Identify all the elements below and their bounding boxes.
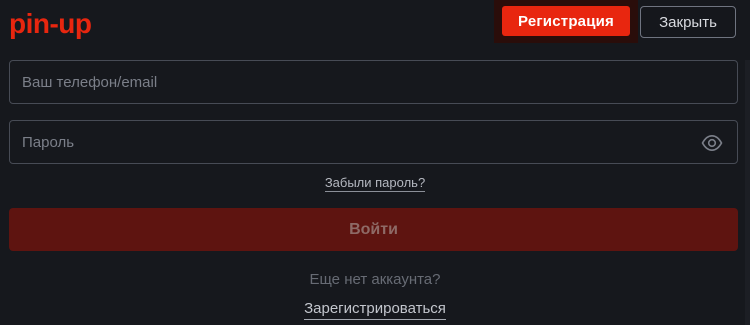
no-account-text: Еще нет аккаунта?	[309, 271, 441, 288]
login-button[interactable]: Войти	[9, 208, 738, 251]
close-button[interactable]: Закрыть	[640, 6, 736, 38]
register-link-row: Зарегистрироваться	[0, 300, 750, 320]
password-field-wrapper	[9, 120, 738, 164]
password-input[interactable]	[10, 121, 737, 163]
eye-icon[interactable]	[701, 134, 723, 152]
phone-email-input[interactable]	[10, 61, 737, 103]
forgot-password-row: Забыли пароль?	[0, 175, 750, 192]
register-link[interactable]: Зарегистрироваться	[304, 300, 446, 320]
register-button[interactable]: Регистрация	[502, 6, 630, 36]
svg-text:pin-up: pin-up	[9, 9, 92, 39]
pin-up-logo[interactable]: pin-up	[9, 9, 119, 39]
phone-email-field-wrapper	[9, 60, 738, 104]
forgot-password-link[interactable]: Забыли пароль?	[324, 175, 426, 192]
scrollbar[interactable]	[745, 60, 750, 325]
login-page: pin-up Регистрация Закрыть Забыли пароль…	[0, 0, 750, 325]
